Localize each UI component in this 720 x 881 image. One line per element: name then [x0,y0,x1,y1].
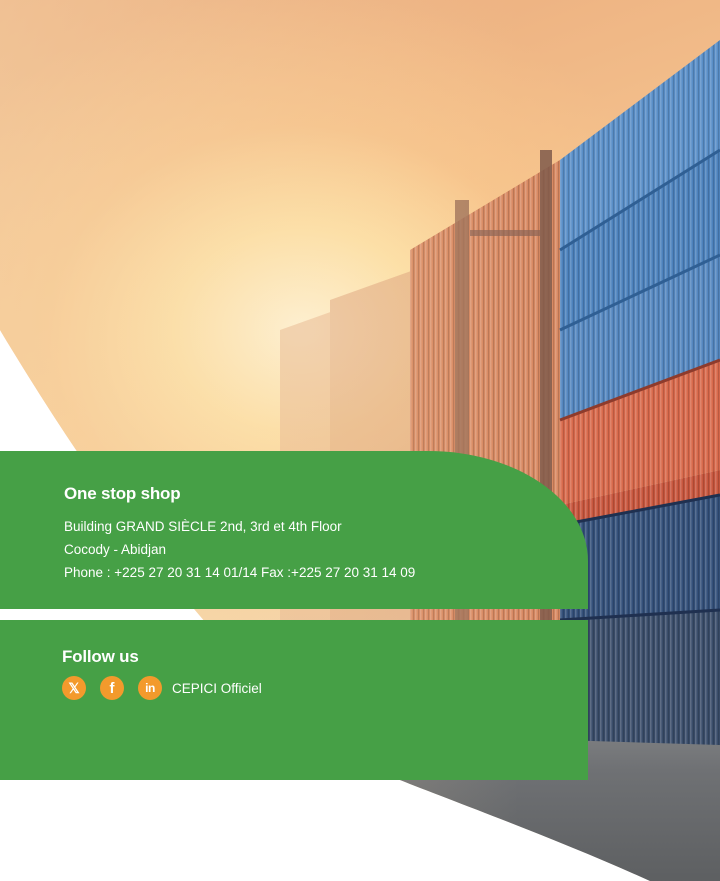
follow-title: Follow us [62,647,139,666]
social-account-label[interactable]: CEPICI Officiel [172,681,262,696]
social-links: 𝕏 f in CEPICI Officiel [62,676,262,700]
phone-fax-line: Phone : +225 27 20 31 14 01/14 Fax :+225… [64,565,416,580]
follow-panel [0,620,588,780]
address-line-1: Building GRAND SIÈCLE 2nd, 3rd et 4th Fl… [64,519,342,534]
address-line-2: Cocody - Abidjan [64,542,167,557]
page: One stop shop Building GRAND SIÈCLE 2nd,… [0,0,720,881]
linkedin-icon[interactable]: in [138,676,162,700]
x-icon[interactable]: 𝕏 [62,676,86,700]
facebook-icon[interactable]: f [100,676,124,700]
contact-title: One stop shop [64,484,181,503]
